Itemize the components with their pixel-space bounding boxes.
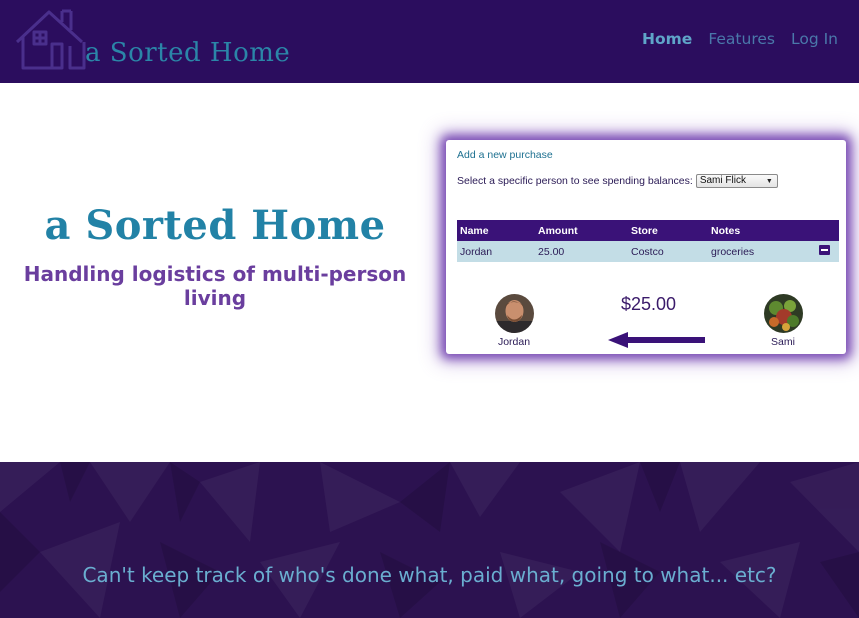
- col-store: Store: [628, 220, 708, 241]
- person-jordan: Jordan: [484, 294, 544, 348]
- cell-name: Jordan: [457, 241, 535, 262]
- nav-home[interactable]: Home: [642, 30, 692, 48]
- person-name: Sami: [771, 336, 795, 348]
- logo[interactable]: a Sorted Home: [14, 8, 304, 72]
- person-sami: Sami: [753, 294, 813, 348]
- cell-store: Costco: [628, 241, 708, 262]
- col-name: Name: [457, 220, 535, 241]
- nav-features[interactable]: Features: [708, 30, 775, 48]
- cell-actions: [788, 241, 839, 262]
- house-icon: [15, 9, 86, 70]
- tagline: Can't keep track of who's done what, pai…: [82, 563, 777, 587]
- logo-text: a Sorted Home: [85, 38, 291, 68]
- col-notes: Notes: [708, 220, 788, 241]
- cell-amount: 25.00: [535, 241, 628, 262]
- avatar: [763, 294, 803, 333]
- hero-title: a Sorted Home: [44, 202, 386, 249]
- person-select-value: Sami Flick: [699, 175, 746, 186]
- chevron-down-icon: ▼: [765, 178, 773, 185]
- nav-login[interactable]: Log In: [791, 30, 838, 48]
- avatar: [494, 294, 534, 333]
- site-header: a Sorted Home Home Features Log In: [0, 0, 859, 83]
- person-select-label: Select a specific person to see spending…: [457, 175, 693, 187]
- triangle-pattern: [0, 462, 859, 618]
- balance-amount: $25.00: [621, 294, 677, 314]
- col-actions: [788, 220, 839, 241]
- table-header-row: Name Amount Store Notes: [457, 220, 839, 241]
- feature-band: Can't keep track of who's done what, pai…: [0, 462, 859, 618]
- col-amount: Amount: [535, 220, 628, 241]
- left-arrow-icon: [608, 332, 705, 348]
- purchases-table: Name Amount Store Notes Jordan 25.00 Cos…: [457, 220, 839, 262]
- person-name: Jordan: [497, 336, 531, 348]
- add-purchase-link[interactable]: Add a new purchase: [457, 149, 553, 161]
- table-row: Jordan 25.00 Costco groceries: [457, 241, 839, 262]
- cell-notes: groceries: [708, 241, 788, 262]
- person-select-row: Select a specific person to see spending…: [457, 174, 778, 188]
- delete-row-button[interactable]: [819, 245, 830, 255]
- main-nav: Home Features Log In: [642, 30, 838, 48]
- person-select[interactable]: Sami Flick ▼: [695, 174, 778, 188]
- hero-subtitle: Handling logistics of multi-person livin…: [23, 262, 407, 310]
- app-preview-card: Add a new purchase Select a specific per…: [446, 140, 846, 354]
